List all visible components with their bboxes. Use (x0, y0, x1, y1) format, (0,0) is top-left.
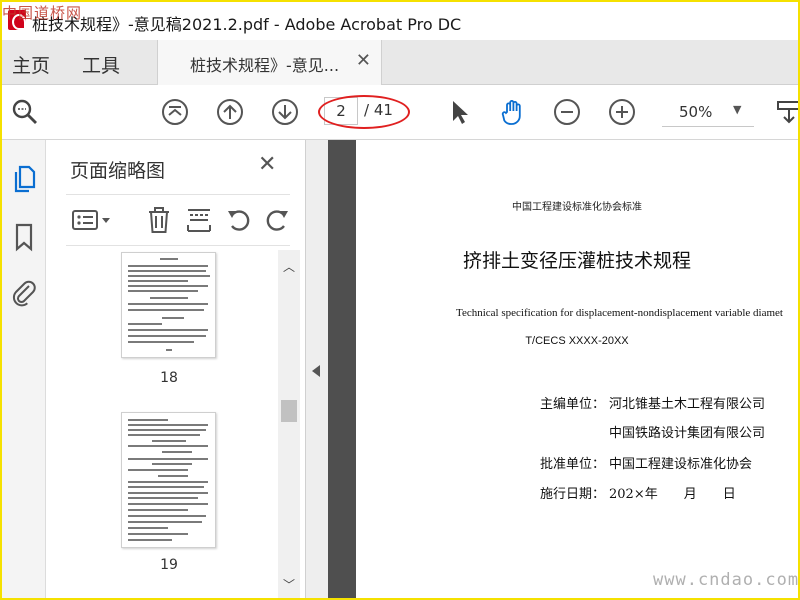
next-page-icon[interactable] (270, 97, 300, 127)
association-name: 中国工程建设标准化协会标准 (512, 202, 642, 213)
window-title: 桩技术规程》-意见稿2021.2.pdf - Adobe Acrobat Pro… (32, 15, 462, 34)
english-title: Technical specification for displacement… (456, 307, 783, 319)
delete-icon[interactable] (144, 205, 174, 235)
zoom-dropdown-icon[interactable]: ▼ (733, 103, 741, 116)
date-value: 202×年 月 日 (609, 487, 736, 502)
tab-document[interactable]: 桩技术规程》-意见... ✕ (157, 40, 382, 85)
thumbnail-text-line (158, 475, 188, 477)
thumbnail-text-line (128, 335, 206, 337)
thumbnail-text-line (128, 521, 202, 523)
left-rail (2, 140, 46, 598)
zoom-select[interactable]: 50% ▼ (662, 99, 754, 127)
scroll-down-icon[interactable]: ﹀ (283, 576, 295, 593)
scroll-mode-icon[interactable] (772, 97, 798, 127)
hand-tool-icon[interactable] (498, 97, 528, 127)
bookmark-icon[interactable] (9, 220, 39, 254)
pages-icon[interactable] (9, 162, 39, 196)
panel-collapse-handle[interactable] (306, 140, 328, 598)
thumbnail-panel: 页面缩略图 ✕ 18 19 ︿ ﹀ (46, 140, 306, 598)
panel-toolbar (66, 194, 290, 246)
thumbnail-text-line (128, 419, 168, 421)
watermark-top: 中国道桥网 (2, 4, 83, 22)
thumbnail-label-18: 18 (160, 370, 178, 386)
thumbnail-text-line (128, 429, 206, 431)
thumbnail-text-line (128, 527, 168, 529)
thumbnail-text-line (128, 270, 206, 272)
editor-label: 主编单位： (540, 397, 606, 412)
thumbnail-text-line (152, 440, 186, 442)
zoom-value: 50% (679, 103, 713, 121)
rotate-cw-icon[interactable] (262, 205, 292, 235)
standard-code: T/CECS XXXX-20XX (525, 335, 629, 347)
document-page: 中国工程建设标准化协会标准 挤排土变径压灌桩技术规程 Technical spe… (356, 140, 798, 598)
thumbnail-text-line (128, 509, 188, 511)
thumbnail-text-line (128, 290, 198, 292)
app-window: 桩技术规程》-意见稿2021.2.pdf - Adobe Acrobat Pro… (2, 2, 798, 598)
tab-home[interactable]: 主页 (12, 51, 50, 78)
thumbnail-scrollbar[interactable]: ︿ ﹀ (278, 250, 300, 598)
panel-close-icon[interactable]: ✕ (258, 152, 276, 177)
thumbnail-text-line (128, 445, 208, 447)
document-title: 挤排土变径压灌桩技术规程 (462, 250, 691, 272)
thumbnail-text-line (128, 497, 198, 499)
editor-2: 中国铁路设计集团有限公司 (609, 426, 766, 441)
thumbnail-text-line (128, 515, 206, 517)
collapse-arrow-icon[interactable] (312, 365, 320, 377)
options-icon[interactable] (70, 205, 114, 235)
watermark-bottom: www.cndao.com (653, 570, 800, 590)
tab-close-icon[interactable]: ✕ (356, 50, 371, 71)
thumbnail-text-line (128, 303, 208, 305)
title-bar: 桩技术规程》-意见稿2021.2.pdf - Adobe Acrobat Pro… (2, 2, 798, 40)
thumbnail-text-line (128, 539, 172, 541)
document-background (328, 140, 356, 598)
thumbnail-text-line (162, 317, 184, 319)
thumbnail-text-line (128, 323, 162, 325)
attachment-icon[interactable] (9, 276, 39, 310)
thumbnail-text-line (128, 503, 208, 505)
rotate-ccw-icon[interactable] (224, 205, 254, 235)
thumbnail-text-line (162, 451, 192, 453)
thumbnail-text-line (128, 481, 208, 483)
thumbnail-text-line (128, 458, 208, 460)
tab-bar: 主页 工具 桩技术规程》-意见... ✕ (2, 40, 798, 85)
page-number-highlight (318, 95, 410, 129)
thumbnail-text-line (128, 275, 210, 277)
thumbnail-text-line (166, 349, 172, 351)
thumbnail-text-line (128, 434, 200, 436)
thumbnail-text-line (128, 486, 204, 488)
thumbnail-text-line (128, 341, 194, 343)
thumbnail-text-line (152, 463, 192, 465)
panel-title: 页面缩略图 (70, 160, 166, 182)
scroll-up-icon[interactable]: ︿ (283, 258, 295, 275)
thumbnail-text-line (128, 469, 188, 471)
search-zoom-icon[interactable] (10, 97, 40, 127)
thumbnail-text-line (128, 492, 208, 494)
approver-label: 批准单位： (540, 457, 606, 472)
date-label: 施行日期： (540, 487, 606, 502)
extract-icon[interactable] (184, 205, 214, 235)
tab-document-label: 桩技术规程》-意见... (190, 56, 340, 75)
thumbnail-text-line (150, 297, 188, 299)
thumbnail-text-line (128, 424, 208, 426)
editor-1: 河北锥基土木工程有限公司 (609, 397, 766, 412)
thumbnail-text-line (128, 329, 208, 331)
zoom-out-icon[interactable] (552, 97, 582, 127)
zoom-in-icon[interactable] (607, 97, 637, 127)
thumbnail-text-line (160, 258, 178, 260)
prev-page-icon[interactable] (215, 97, 245, 127)
first-page-icon[interactable] (160, 97, 190, 127)
thumbnail-list: 18 19 (66, 248, 276, 598)
scrollbar-thumb[interactable] (281, 400, 297, 422)
thumbnail-label-19: 19 (160, 557, 178, 573)
thumbnail-text-line (128, 533, 188, 535)
thumbnail-page-18[interactable] (121, 252, 216, 358)
tab-tools[interactable]: 工具 (82, 51, 120, 78)
approver: 中国工程建设标准化协会 (609, 457, 753, 472)
thumbnail-text-line (128, 280, 188, 282)
thumbnail-text-line (128, 265, 208, 267)
thumbnail-text-line (128, 285, 208, 287)
thumbnail-page-19[interactable] (121, 412, 216, 548)
thumbnail-text-line (128, 309, 204, 311)
select-arrow-icon[interactable] (444, 97, 474, 127)
